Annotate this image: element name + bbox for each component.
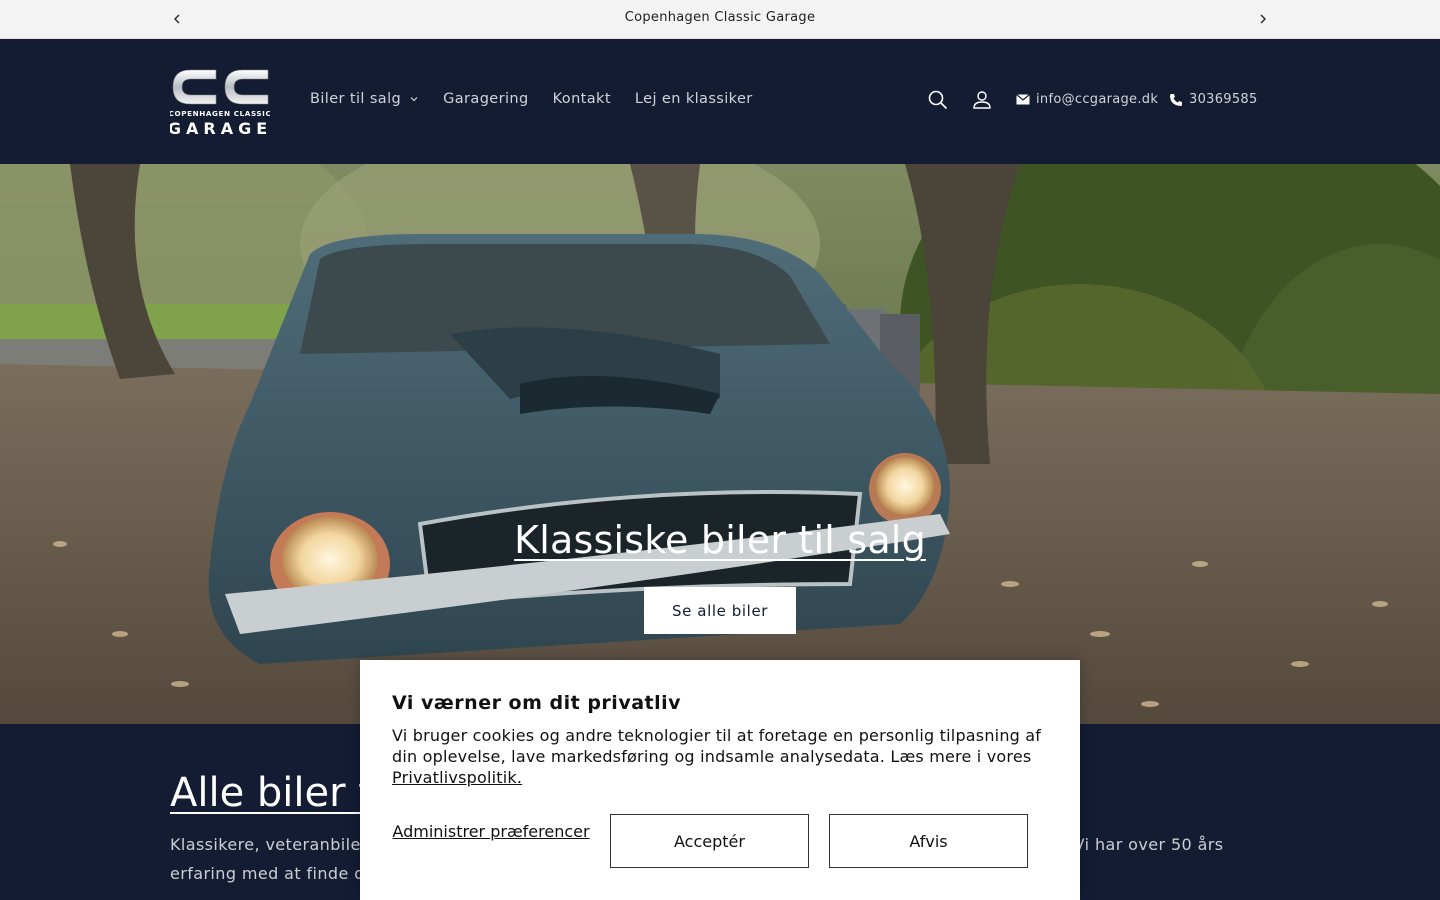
see-all-cars-button[interactable]: Se alle biler (644, 587, 796, 634)
logo-tagline: COPENHAGEN CLASSIC (170, 109, 270, 118)
phone-text: 30369585 (1189, 92, 1258, 107)
manage-preferences-button[interactable]: Administrer præferencer (392, 822, 590, 841)
chevron-right-icon[interactable] (1253, 9, 1273, 29)
email-text: info@ccgarage.dk (1036, 92, 1159, 107)
cookie-body: Vi bruger cookies og andre teknologier t… (392, 725, 1052, 788)
section-title[interactable]: Alle biler ti (170, 770, 385, 816)
announcement-bar: Copenhagen Classic Garage (0, 0, 1440, 39)
cookie-body-text: Vi bruger cookies og andre teknologier t… (392, 726, 1042, 766)
hero-image (0, 164, 1440, 724)
accept-button[interactable]: Acceptér (610, 814, 809, 868)
chevron-down-icon (410, 97, 418, 102)
mail-icon (1016, 94, 1030, 105)
nav-label: Kontakt (552, 91, 611, 107)
logo[interactable]: COPENHAGEN CLASSIC GARAGE (170, 67, 270, 137)
search-icon[interactable] (926, 88, 950, 112)
phone-icon (1170, 93, 1182, 106)
nav-kontakt[interactable]: Kontakt (553, 91, 611, 107)
cookie-title: Vi værner om dit privatliv (392, 692, 682, 714)
section-text-end: . Vi har over 50 års (1062, 835, 1224, 854)
hero-title[interactable]: Klassiske biler til salg (0, 518, 1440, 562)
section-text-start: Klassikere, veteranbiler (170, 835, 368, 854)
nav-biler-til-salg[interactable]: Biler til salg (310, 91, 419, 107)
decline-button[interactable]: Afvis (829, 814, 1028, 868)
site-header: COPENHAGEN CLASSIC GARAGE Biler til salg… (0, 39, 1440, 164)
main-nav: Biler til salg Garagering Kontakt Lej en… (310, 91, 777, 107)
phone-link[interactable]: 30369585 (1169, 92, 1258, 107)
hero-banner: Klassiske biler til salg Se alle biler (0, 164, 1440, 724)
logo-word: GARAGE (170, 119, 270, 137)
email-link[interactable]: info@ccgarage.dk (1016, 92, 1158, 107)
privacy-policy-link[interactable]: Privatlivspolitik. (392, 768, 522, 787)
cookie-consent-dialog: Vi værner om dit privatliv Vi bruger coo… (360, 660, 1080, 900)
nav-garagering[interactable]: Garagering (443, 91, 528, 107)
nav-label: Biler til salg (310, 91, 402, 107)
hero-title-text: Klassiske biler til salg (514, 518, 926, 562)
nav-lej-en-klassiker[interactable]: Lej en klassiker (635, 91, 753, 107)
account-icon[interactable] (970, 88, 994, 112)
announcement-text: Copenhagen Classic Garage (624, 10, 816, 25)
nav-label: Lej en klassiker (634, 91, 753, 107)
section-text-line2: erfaring med at finde de (170, 864, 376, 883)
nav-label: Garagering (443, 91, 529, 107)
